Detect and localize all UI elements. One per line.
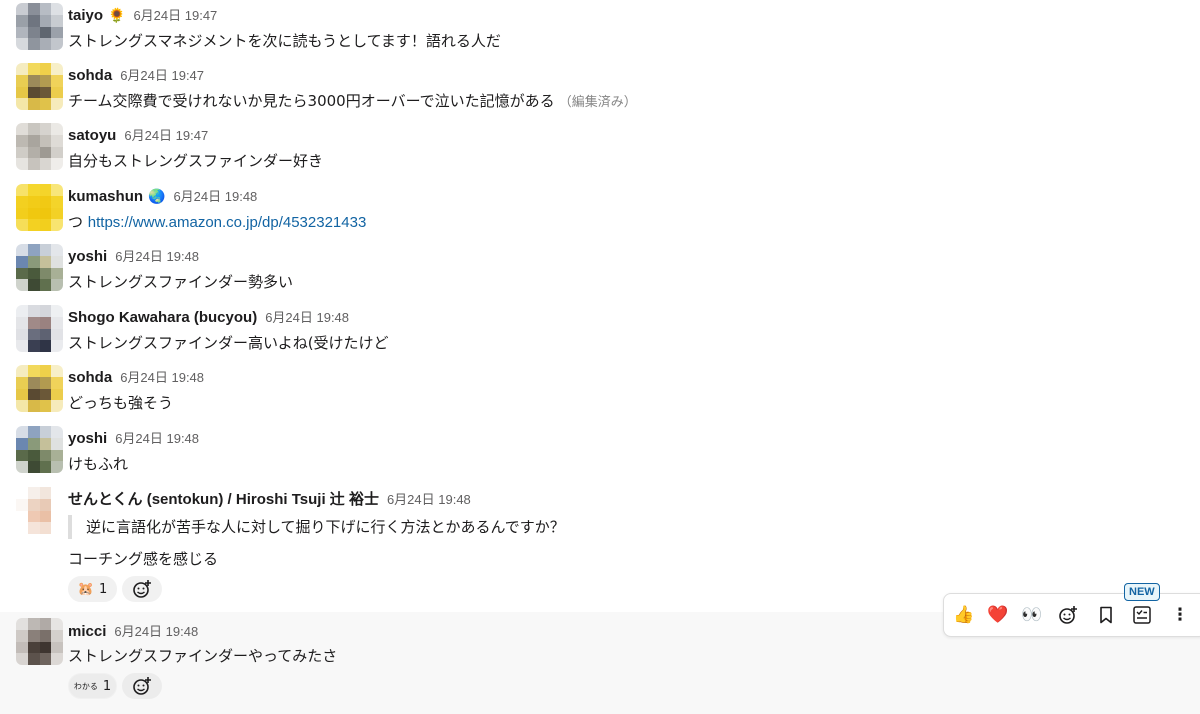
avatar[interactable] xyxy=(16,244,63,291)
message-text: けもふれ xyxy=(68,455,129,473)
message-text-row: チーム交際費で受けれないか見たら3000円オーバーで泣いた記憶がある （編集済み） xyxy=(68,90,637,111)
add-reaction-button[interactable] xyxy=(1054,601,1082,629)
avatar[interactable] xyxy=(16,618,63,665)
user-name[interactable]: micci xyxy=(68,623,106,640)
reaction-count: 1 xyxy=(102,678,112,694)
message-text: ストレングスファインダー高いよね(受けたけど xyxy=(68,334,389,352)
add-reaction-icon xyxy=(133,677,151,695)
hamster-emoji: 🐹 xyxy=(77,581,94,597)
add-reaction-button[interactable] xyxy=(122,576,162,602)
user-name[interactable]: kumashun xyxy=(68,188,143,205)
user-name[interactable]: sohda xyxy=(68,67,112,84)
wakaru-emoji: わかる xyxy=(73,681,98,691)
avatar[interactable] xyxy=(16,426,63,473)
avatar[interactable] xyxy=(16,63,63,110)
quote-block: 逆に言語化が苦手な人に対して掘り下げに行く方法とかあるんですか？ xyxy=(68,515,565,539)
thumbs-up-icon: 👍 xyxy=(953,605,975,625)
message-text: コーチング感を感じる xyxy=(68,550,219,568)
status-emoji: 🌏 xyxy=(148,189,166,205)
message-text: つ xyxy=(68,213,88,231)
save-message-button[interactable] xyxy=(1092,601,1120,629)
reaction-wakaru[interactable]: わかる 1 xyxy=(68,673,117,699)
add-reaction-button[interactable] xyxy=(122,673,162,699)
timestamp[interactable]: 6月24日 19:47 xyxy=(124,125,208,144)
eyes-icon: 👀 xyxy=(1021,605,1043,625)
react-thumbs-up-button[interactable]: 👍 xyxy=(950,601,978,629)
more-actions-button[interactable]: ⋮ xyxy=(1166,601,1194,629)
avatar[interactable] xyxy=(16,365,63,412)
user-name[interactable]: yoshi xyxy=(68,430,107,447)
message-text: どっちも強そう xyxy=(68,394,174,412)
user-name[interactable]: Shogo Kawahara (bucyou) xyxy=(68,309,257,326)
message-actions-toolbar: 👍 ❤️ 👀 ⋮ xyxy=(943,593,1200,637)
avatar[interactable] xyxy=(16,487,63,534)
edited-label: （編集済み） xyxy=(558,95,637,110)
amazon-link[interactable]: https://www.amazon.co.jp/dp/4532321433 xyxy=(88,214,367,231)
new-badge: NEW xyxy=(1124,583,1160,601)
timestamp[interactable]: 6月24日 19:48 xyxy=(115,246,199,265)
list-check-icon xyxy=(1133,606,1151,624)
add-reaction-icon xyxy=(1059,606,1077,624)
bookmark-icon xyxy=(1100,606,1112,624)
avatar[interactable] xyxy=(16,3,63,50)
timestamp[interactable]: 6月24日 19:48 xyxy=(120,367,204,386)
timestamp[interactable]: 6月24日 19:48 xyxy=(114,621,198,640)
user-name[interactable]: taiyo xyxy=(68,7,103,24)
heart-icon: ❤️ xyxy=(987,605,1009,625)
timestamp[interactable]: 6月24日 19:48 xyxy=(115,428,199,447)
message-text: ストレングスファインダーやってみたさ xyxy=(68,647,338,665)
message-text: ストレングスマネジメントを次に読もうとしてます！語れる人だ xyxy=(68,32,501,50)
message-text-row: つ https://www.amazon.co.jp/dp/4532321433 xyxy=(68,211,366,232)
timestamp[interactable]: 6月24日 19:48 xyxy=(265,307,349,326)
more-vertical-icon: ⋮ xyxy=(1171,605,1189,625)
timestamp[interactable]: 6月24日 19:48 xyxy=(387,489,471,508)
add-reaction-icon xyxy=(133,580,151,598)
avatar[interactable] xyxy=(16,184,63,231)
user-name[interactable]: satoyu xyxy=(68,127,116,144)
avatar[interactable] xyxy=(16,305,63,352)
user-name[interactable]: sohda xyxy=(68,369,112,386)
add-to-list-button[interactable] xyxy=(1128,601,1156,629)
react-eyes-button[interactable]: 👀 xyxy=(1018,601,1046,629)
message-text: ストレングスファインダー勢多い xyxy=(68,273,294,291)
reaction-count: 1 xyxy=(98,581,108,597)
reaction-hamster[interactable]: 🐹 1 xyxy=(68,576,117,602)
timestamp[interactable]: 6月24日 19:48 xyxy=(173,186,257,205)
user-name[interactable]: yoshi xyxy=(68,248,107,265)
user-name[interactable]: せんとくん (sentokun) / Hiroshi Tsuji 辻 裕士 xyxy=(68,488,379,509)
message-text: チーム交際費で受けれないか見たら3000円オーバーで泣いた記憶がある xyxy=(68,92,555,110)
status-emoji: 🌻 xyxy=(108,8,126,24)
message-text: 自分もストレングスファインダー好き xyxy=(68,152,324,170)
react-heart-button[interactable]: ❤️ xyxy=(984,601,1012,629)
avatar[interactable] xyxy=(16,123,63,170)
timestamp[interactable]: 6月24日 19:47 xyxy=(133,5,217,24)
timestamp[interactable]: 6月24日 19:47 xyxy=(120,65,204,84)
